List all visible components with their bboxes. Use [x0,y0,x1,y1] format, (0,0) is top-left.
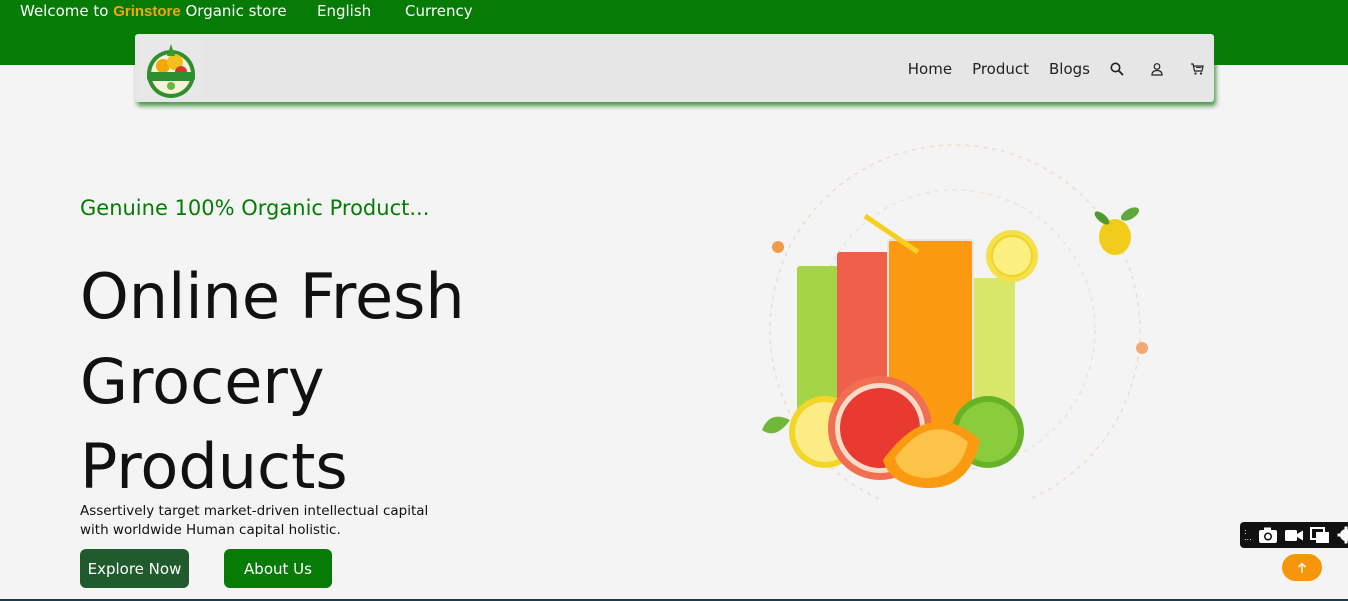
nav-menu: Home Product Blogs [908,60,1204,78]
hero-subtitle: Genuine 100% Organic Product... [80,196,430,220]
welcome-suffix: Organic store [180,2,287,20]
user-icon[interactable] [1150,62,1164,76]
hero-title: Online Fresh Grocery Products [80,254,540,509]
hero-title-line-2: Grocery [80,345,325,418]
brand-name: Grinstore [113,3,181,20]
toolbar-handle-icon[interactable]: :... [1244,528,1252,542]
cart-icon[interactable] [1190,62,1204,76]
language-selector[interactable]: English [317,1,371,21]
about-us-button[interactable]: About Us [224,549,332,588]
screen-recorder-toolbar: :... [1240,522,1348,548]
hero-title-line-3: Products [80,430,348,503]
arrow-up-icon [1298,562,1306,573]
search-icon[interactable] [1110,62,1124,76]
nav-product-link[interactable]: Product [972,60,1029,78]
lemon-decoration-icon [1094,207,1140,255]
main-navbar: Home Product Blogs [135,34,1214,102]
nav-blogs-link[interactable]: Blogs [1049,60,1090,78]
settings-icon[interactable] [1336,526,1348,544]
hero-title-line-1: Online Fresh [80,260,465,333]
camera-icon[interactable] [1258,526,1278,544]
welcome-prefix: Welcome to [20,2,114,20]
hero-description: Assertively target market-driven intelle… [80,503,429,538]
explore-now-button[interactable]: Explore Now [80,549,189,588]
window-icon[interactable] [1309,526,1330,544]
currency-selector[interactable]: Currency [405,1,473,21]
scroll-to-top-button[interactable] [1282,554,1322,581]
juice-fruit-illustration [740,140,1160,516]
video-icon[interactable] [1284,526,1304,544]
site-logo[interactable] [139,36,203,100]
logo-image [147,44,195,98]
nav-home-link[interactable]: Home [908,60,952,78]
welcome-text: Welcome to Grinstore Organic store [20,1,287,22]
